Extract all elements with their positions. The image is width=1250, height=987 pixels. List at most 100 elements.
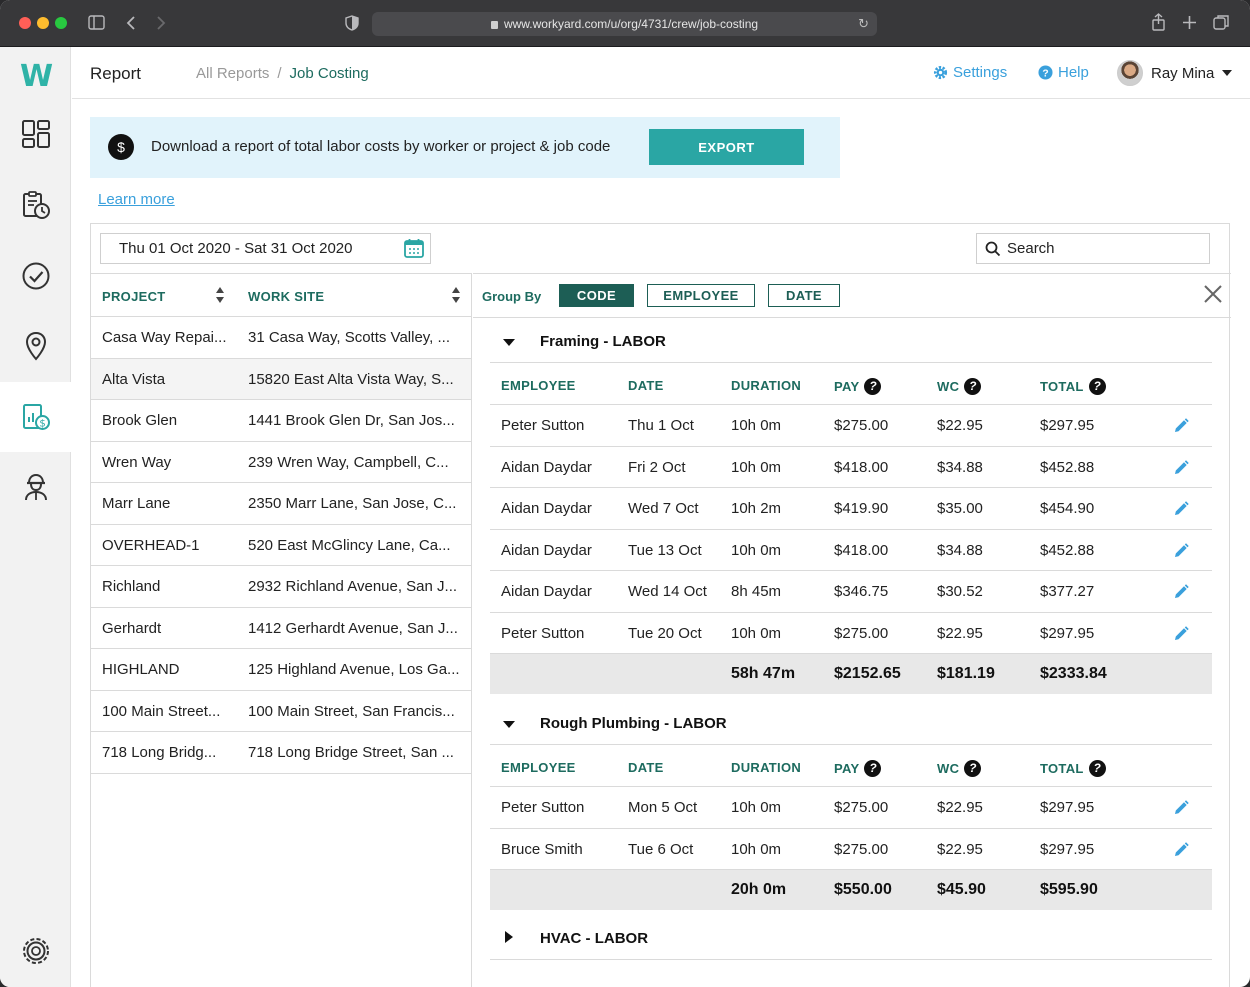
minimize-window-button[interactable] xyxy=(37,17,49,29)
work-site: 1412 Gerhardt Avenue, San J... xyxy=(248,619,458,637)
group-by-date-button[interactable]: DATE xyxy=(768,284,840,307)
project-list: PROJECT WORK SITE Casa Way Repai... 31 Ca… xyxy=(91,273,472,987)
table-row[interactable]: Casa Way Repai... 31 Casa Way, Scotts Val… xyxy=(91,317,471,359)
pencil-icon[interactable] xyxy=(1172,841,1190,859)
banner-text: Download a report of total labor costs b… xyxy=(151,138,611,155)
pencil-icon[interactable] xyxy=(1172,583,1190,601)
dollar-icon: $ xyxy=(108,134,134,160)
user-menu[interactable]: Ray Mina xyxy=(1117,60,1233,86)
table-row[interactable]: HIGHLAND 125 Highland Avenue, Los Ga... xyxy=(91,649,471,691)
forward-icon[interactable] xyxy=(156,15,166,31)
sidebar-item-approvals[interactable] xyxy=(0,241,71,311)
browser-toolbar: www.workyard.com/u/org/4731/crew/job-cos… xyxy=(0,0,1250,47)
search-input[interactable]: Search xyxy=(976,233,1210,264)
sort-icon[interactable] xyxy=(216,286,224,304)
share-icon[interactable] xyxy=(1151,13,1166,31)
entry-pay: $275.00 xyxy=(834,840,889,858)
help-circle-icon[interactable]: ? xyxy=(1088,760,1106,777)
help-circle-icon[interactable]: ? xyxy=(1088,378,1106,395)
section-header[interactable]: Rough Plumbing - LABOR xyxy=(490,701,1212,745)
collapse-triangle-icon[interactable] xyxy=(503,721,515,728)
help-circle-icon[interactable]: ? xyxy=(964,378,982,395)
entry-total: $377.27 xyxy=(1040,583,1095,600)
group-by-code-button[interactable]: CODE xyxy=(559,284,634,307)
code-section-framing: Framing - LABOR EMPLOYEE DATE DURATION P… xyxy=(490,319,1212,694)
table-row[interactable]: Alta Vista 15820 East Alta Vista Way, S..… xyxy=(91,358,471,400)
group-by-label: Group By xyxy=(482,289,542,304)
section-title: Rough Plumbing - LABOR xyxy=(540,715,727,732)
entry-total: $452.88 xyxy=(1040,541,1095,559)
help-link[interactable]: ? Help xyxy=(1038,64,1089,81)
close-window-button[interactable] xyxy=(19,17,31,29)
table-row[interactable]: OVERHEAD-1 520 East McGlincy Lane, Ca... xyxy=(91,525,471,566)
table-row[interactable]: Gerhardt 1412 Gerhardt Avenue, San J... xyxy=(91,608,471,649)
help-circle-icon[interactable]: ? xyxy=(964,760,982,777)
sidebar-item-dashboard[interactable] xyxy=(0,99,71,169)
entry-pay: $275.00 xyxy=(834,624,889,642)
work-site: 1441 Brook Glen Dr, San Jos... xyxy=(248,412,455,429)
reload-icon[interactable]: ↻ xyxy=(858,12,869,36)
back-icon[interactable] xyxy=(126,15,136,31)
pencil-icon[interactable] xyxy=(1172,417,1190,435)
work-site: 239 Wren Way, Campbell, C... xyxy=(248,453,449,471)
close-icon[interactable] xyxy=(1202,283,1224,305)
zoom-window-button[interactable] xyxy=(55,17,67,29)
table-row[interactable]: Richland 2932 Richland Avenue, San J... xyxy=(91,566,471,608)
table-row: Peter Sutton Thu 1 Oct 10h 0m $275.00 $22.95… xyxy=(490,405,1212,447)
total-amount: $595.90 xyxy=(1040,881,1098,898)
breadcrumb-job-costing: Job Costing xyxy=(289,65,369,82)
address-bar[interactable]: www.workyard.com/u/org/4731/crew/job-cos… xyxy=(372,12,877,36)
entry-duration: 10h 0m xyxy=(731,624,782,642)
wc-column-header: WC? xyxy=(937,760,982,777)
section-header[interactable]: Framing - LABOR xyxy=(490,319,1212,363)
expand-triangle-icon[interactable] xyxy=(505,931,513,943)
project-name: OVERHEAD-1 xyxy=(102,536,200,554)
date-column-header: DATE xyxy=(628,760,664,775)
entry-pay: $346.75 xyxy=(834,583,889,600)
pencil-icon[interactable] xyxy=(1172,799,1190,817)
help-circle-icon[interactable]: ? xyxy=(864,760,882,777)
sidebar-item-reports[interactable]: $ xyxy=(0,382,71,452)
help-circle-icon[interactable]: ? xyxy=(864,378,882,395)
workyard-logo[interactable]: W xyxy=(20,59,53,94)
entry-wc: $30.52 xyxy=(937,583,983,600)
table-row[interactable]: Brook Glen 1441 Brook Glen Dr, San Jos... xyxy=(91,400,471,442)
privacy-shield-icon[interactable] xyxy=(345,15,359,31)
project-column-header[interactable]: PROJECT xyxy=(102,289,166,304)
group-by-employee-button[interactable]: EMPLOYEE xyxy=(647,284,755,307)
project-name: HIGHLAND xyxy=(102,661,180,678)
entry-date: Tue 20 Oct xyxy=(628,624,702,642)
sidebar-item-locations[interactable] xyxy=(0,311,71,381)
entry-pay: $275.00 xyxy=(834,417,889,434)
work-site-column-header[interactable]: WORK SITE xyxy=(248,289,324,304)
pencil-icon[interactable] xyxy=(1172,625,1190,643)
tab-overview-icon[interactable] xyxy=(1213,14,1230,31)
search-icon xyxy=(985,241,1001,257)
pay-header-label: PAY xyxy=(834,379,860,394)
sort-icon[interactable] xyxy=(452,286,460,304)
table-row[interactable]: Wren Way 239 Wren Way, Campbell, C... xyxy=(91,442,471,483)
sidebar-item-settings[interactable] xyxy=(0,916,71,986)
sidebar-item-crew[interactable] xyxy=(0,452,71,522)
pencil-icon[interactable] xyxy=(1172,500,1190,518)
settings-link[interactable]: Settings xyxy=(933,64,1007,81)
calendar-icon[interactable] xyxy=(403,237,425,259)
sidebar-item-timesheets[interactable] xyxy=(0,170,71,240)
table-row[interactable]: 718 Long Bridg... 718 Long Bridge Street,… xyxy=(91,732,471,774)
table-row[interactable]: 100 Main Street... 100 Main Street, San F… xyxy=(91,691,471,732)
worker-hardhat-icon xyxy=(24,473,47,501)
new-tab-icon[interactable] xyxy=(1182,15,1197,30)
employee-name: Aidan Daydar xyxy=(501,500,592,517)
pencil-icon[interactable] xyxy=(1172,542,1190,560)
breadcrumb-all-reports[interactable]: All Reports xyxy=(196,65,269,82)
learn-more-link[interactable]: Learn more xyxy=(98,191,175,208)
sidebar-toggle-icon[interactable] xyxy=(88,15,105,30)
section-header[interactable]: HVAC - LABOR xyxy=(490,916,1212,960)
date-range-picker[interactable]: Thu 01 Oct 2020 - Sat 31 Oct 2020 xyxy=(100,233,431,264)
export-button[interactable]: EXPORT xyxy=(649,129,804,165)
table-row[interactable]: Marr Lane 2350 Marr Lane, San Jose, C... xyxy=(91,483,471,525)
collapse-triangle-icon[interactable] xyxy=(503,339,515,346)
pencil-icon[interactable] xyxy=(1172,459,1190,477)
table-row: Aidan Daydar Fri 2 Oct 10h 0m $418.00 $34.88… xyxy=(490,447,1212,488)
employee-column-header: EMPLOYEE xyxy=(501,378,576,393)
